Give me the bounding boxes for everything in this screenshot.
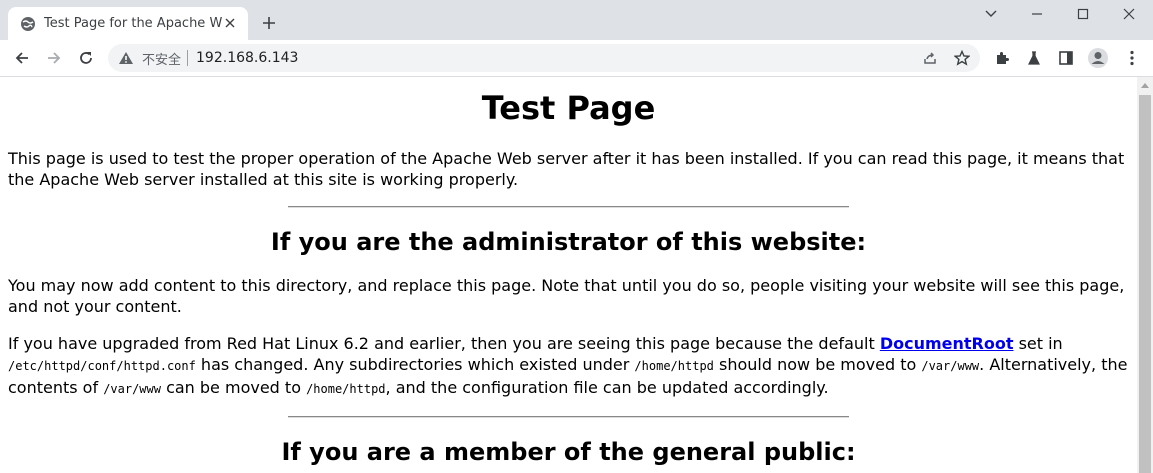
close-tab-icon[interactable] — [222, 15, 238, 31]
admin-heading: If you are the administrator of this web… — [270, 228, 867, 256]
text-span: can be moved to — [160, 378, 307, 397]
text-span: should now be moved to — [713, 355, 922, 374]
close-window-icon[interactable] — [1106, 0, 1152, 28]
lab-flask-icon[interactable] — [1020, 44, 1048, 72]
bookmark-star-icon[interactable] — [952, 48, 972, 68]
text-span: has changed. Any subdirectories which ex… — [195, 355, 635, 374]
minimize-icon[interactable] — [1014, 0, 1060, 28]
maximize-icon[interactable] — [1060, 0, 1106, 28]
tab-title: Test Page for the Apache Web Server — [44, 16, 222, 31]
browser-tab[interactable]: Test Page for the Apache Web Server — [8, 7, 248, 40]
browser-toolbar: 不安全 192.168.6.143 — [0, 40, 1153, 77]
address-bar[interactable]: 不安全 192.168.6.143 — [108, 44, 980, 72]
divider — [288, 206, 849, 208]
vertical-scrollbar[interactable] — [1137, 77, 1153, 473]
code-path: /var/www — [921, 359, 980, 373]
code-path: /home/httpd — [306, 382, 386, 396]
scroll-up-arrow-icon[interactable] — [1137, 77, 1153, 93]
code-path: /etc/httpd/conf/httpd.conf — [8, 359, 196, 373]
side-panel-icon[interactable] — [1052, 44, 1080, 72]
profile-avatar-icon[interactable] — [1084, 44, 1112, 72]
menu-dots-icon[interactable] — [1118, 44, 1146, 72]
page-title: Test Page — [481, 89, 656, 127]
text-span: , and the configuration file can be upda… — [385, 378, 829, 397]
public-heading: If you are a member of the general publi… — [281, 438, 856, 466]
url-text[interactable]: 192.168.6.143 — [196, 50, 298, 66]
security-label[interactable]: 不安全 — [142, 49, 181, 68]
globe-icon — [20, 16, 36, 32]
text-span: If you have upgraded from Red Hat Linux … — [8, 334, 880, 353]
new-tab-button[interactable] — [258, 12, 280, 34]
forward-arrow-icon[interactable] — [40, 44, 68, 72]
tab-search-icon[interactable] — [968, 0, 1014, 28]
extensions-puzzle-icon[interactable] — [988, 44, 1016, 72]
warning-triangle-icon[interactable] — [118, 50, 134, 66]
code-path: /var/www — [103, 382, 161, 396]
tab-strip: Test Page for the Apache Web Server — [0, 0, 1153, 40]
divider — [288, 416, 849, 418]
page-content: Test Page This page is used to test the … — [0, 90, 1137, 466]
admin-paragraph-1: You may now add content to this director… — [8, 276, 1125, 316]
back-arrow-icon[interactable] — [8, 44, 36, 72]
documentroot-link[interactable]: DocumentRoot — [880, 334, 1014, 353]
share-icon[interactable] — [920, 48, 940, 68]
scrollbar-thumb[interactable] — [1139, 95, 1151, 473]
code-path: /home/httpd — [634, 359, 714, 373]
intro-paragraph: This page is used to test the proper ope… — [8, 149, 1125, 189]
admin-paragraph-2: If you have upgraded from Red Hat Linux … — [8, 333, 1129, 400]
text-span: set in — [1013, 334, 1063, 353]
reload-icon[interactable] — [72, 44, 100, 72]
page-viewport: Test Page This page is used to test the … — [0, 77, 1137, 473]
separator — [187, 50, 189, 66]
